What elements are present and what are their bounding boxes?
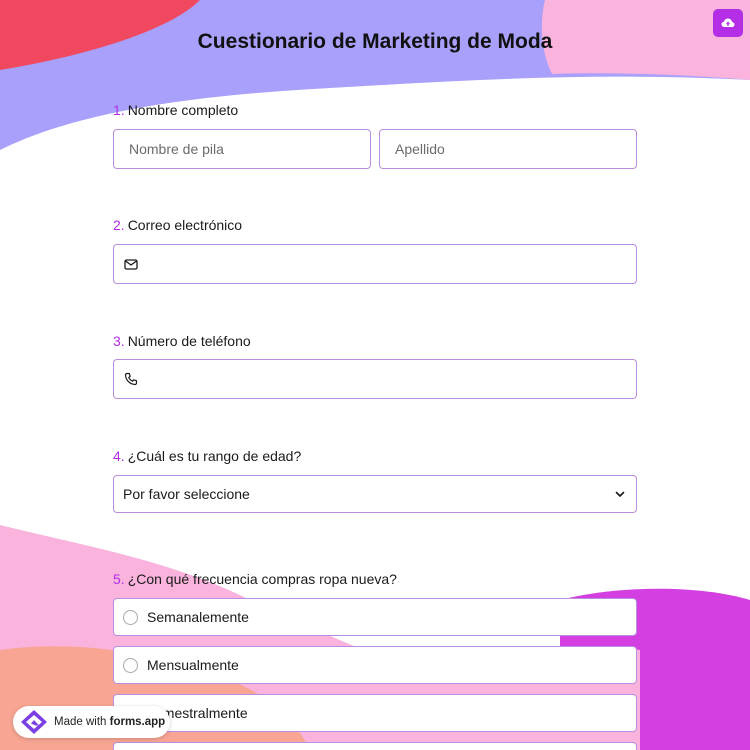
question-3-number: 3. [113,333,125,349]
question-2-number: 2. [113,217,125,233]
envelope-icon [124,259,138,270]
option-weekly[interactable]: Semanalemente [113,598,637,636]
forms-app-logo-icon [21,710,47,734]
cloud-upload-icon [721,18,735,27]
question-2-label: 2. Correo electrónico [113,217,242,233]
radio-button[interactable] [123,657,138,673]
badge-brand: forms.app [109,716,166,728]
question-1-label: 1. Nombre completo [113,102,238,118]
email-input[interactable] [113,244,637,284]
question-4-label: 4. ¿Cuál es tu rango de edad? [113,448,301,464]
question-2-text: Correo electrónico [127,217,243,233]
phone-icon [124,372,138,386]
first-name-input[interactable]: Nombre de pila [113,129,371,169]
question-3-text: Número de teléfono [127,333,251,349]
made-with-badge[interactable]: Made with forms.app [13,706,170,738]
option-label: Semanalemente [147,609,249,625]
last-name-input[interactable]: Apellido [379,129,637,169]
chevron-down-icon [615,491,625,497]
question-4-number: 4. [113,448,125,464]
option-next[interactable] [113,742,637,750]
question-5-label: 5. ¿Con qué frecuencia compras ropa nueva… [113,571,397,587]
option-label: Mensualmente [147,657,239,673]
radio-button[interactable] [123,609,138,625]
page-title: Cuestionario de Marketing de Moda [197,30,553,53]
badge-text: Made with forms.app [54,716,165,728]
question-1-text: Nombre completo [127,102,239,118]
phone-input[interactable] [113,359,637,399]
age-range-selected: Por favor seleccione [123,486,250,502]
last-name-placeholder: Apellido [395,141,445,157]
option-quarterly[interactable]: Trimestralmente [113,694,637,732]
age-range-select[interactable]: Por favor seleccione [113,475,637,513]
option-monthly[interactable]: Mensualmente [113,646,637,684]
first-name-placeholder: Nombre de pila [129,141,224,157]
question-1-number: 1. [113,102,125,118]
question-4-text: ¿Cuál es tu rango de edad? [127,448,302,464]
badge-prefix: Made with [54,716,110,728]
question-3-label: 3. Número de teléfono [113,333,251,349]
question-5-number: 5. [113,571,125,587]
upload-button[interactable] [713,9,743,37]
question-5-text: ¿Con qué frecuencia compras ropa nueva? [127,571,397,587]
